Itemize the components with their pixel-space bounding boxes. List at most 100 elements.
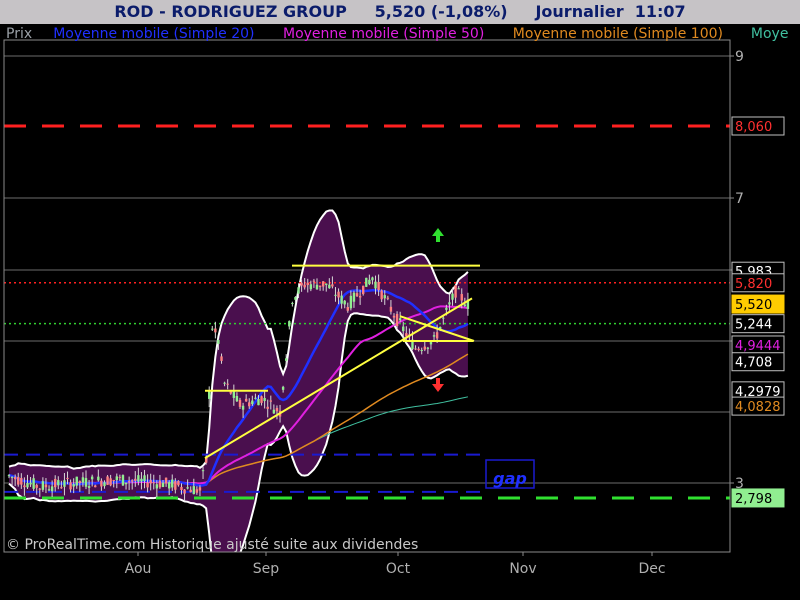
candle-body <box>395 313 399 327</box>
candle-body <box>87 486 91 488</box>
price-tag: 8,060 <box>731 116 785 136</box>
candle-body <box>192 486 195 495</box>
candle-body <box>294 297 297 300</box>
candle-body <box>238 399 242 407</box>
candle-body <box>66 477 69 479</box>
candle-body <box>13 476 17 480</box>
candle-body <box>226 383 229 385</box>
candle-body <box>26 483 29 488</box>
candle-body <box>362 285 365 295</box>
candle-body <box>442 317 445 319</box>
candle-body <box>100 480 103 487</box>
price-tag: 4,0828 <box>731 396 785 416</box>
candle-body <box>417 348 420 351</box>
candle-body <box>167 482 171 489</box>
candle-body <box>41 481 45 490</box>
candle-body <box>75 476 78 486</box>
price-tag-label: 2,798 <box>735 492 772 507</box>
candle-body <box>143 475 146 482</box>
candle-body <box>50 486 54 492</box>
candle-body <box>315 284 319 290</box>
candle-body <box>263 397 266 402</box>
price-tag: 5,244 <box>731 314 785 334</box>
candle-body <box>84 478 88 487</box>
candle-body <box>260 396 263 403</box>
candle-body <box>266 406 269 409</box>
candle-body <box>149 480 152 484</box>
candle-body <box>460 294 463 301</box>
candle-body <box>57 480 60 486</box>
candle-body <box>398 318 402 321</box>
legend-item: Prix <box>6 26 32 42</box>
candle[interactable] <box>106 475 109 485</box>
candle-body <box>251 400 254 405</box>
candle-body <box>272 409 276 414</box>
candle-body <box>346 307 349 311</box>
candle-body <box>331 284 334 287</box>
candle-body <box>171 479 174 488</box>
candle-body <box>198 487 202 491</box>
gap-label: gap <box>493 469 527 488</box>
stock-chart[interactable]: gap AouSepOctNovDec 97653 8,0605,9835,82… <box>0 24 800 600</box>
candle-body <box>309 284 313 290</box>
candle-body <box>343 300 346 305</box>
candle-body <box>23 485 26 488</box>
candle-body <box>340 295 343 304</box>
candle-body <box>38 488 41 490</box>
candle[interactable] <box>121 474 125 487</box>
candle-body <box>44 484 48 488</box>
candle-body <box>17 477 20 485</box>
candle-body <box>72 484 75 487</box>
candle-body <box>288 321 291 327</box>
candle-body <box>174 481 177 490</box>
candle-body <box>423 346 426 350</box>
candle-body <box>448 302 451 305</box>
candle-body <box>134 478 137 481</box>
price-tag: 2,798 <box>731 488 785 508</box>
candle-body <box>152 482 155 484</box>
candle[interactable] <box>365 277 368 288</box>
candle-body <box>124 482 128 485</box>
candle-body <box>291 302 294 304</box>
candle-body <box>368 279 371 285</box>
candle-body <box>223 382 226 384</box>
candle-body <box>269 400 272 402</box>
candle-body <box>435 332 439 339</box>
candle-body <box>106 476 109 485</box>
candle-body <box>235 395 239 402</box>
candle-body <box>318 285 322 287</box>
legend-item: Moye <box>751 26 789 42</box>
candle-body <box>297 287 300 294</box>
candle-body <box>131 480 134 482</box>
candle-body <box>275 407 279 412</box>
candle-body <box>121 475 125 486</box>
candle-body <box>214 328 217 333</box>
price-tag: 5,520 <box>731 294 785 314</box>
legend-item: Moyenne mobile (Simple 100) <box>513 26 723 42</box>
candle-body <box>365 277 368 287</box>
candle-body <box>180 486 183 491</box>
legend: Prix Moyenne mobile (Simple 20) Moyenne mo… <box>6 26 788 42</box>
candle-body <box>60 487 63 489</box>
candle-body <box>155 484 159 489</box>
candle-body <box>285 358 288 361</box>
candle-body <box>386 297 390 299</box>
candle-body <box>115 476 118 481</box>
candle-body <box>374 281 377 289</box>
price-tag-label: 5,520 <box>735 298 772 313</box>
candle-body <box>81 477 85 483</box>
candle-body <box>112 479 115 481</box>
price-tag-label: 5,820 <box>735 277 772 292</box>
candle-body <box>118 476 122 478</box>
candle-body <box>414 348 417 350</box>
candle-body <box>463 304 467 307</box>
candle-body <box>54 478 57 488</box>
candle-body <box>109 478 112 486</box>
candle-body <box>186 487 189 489</box>
candle-body <box>158 480 162 488</box>
y-tick-label: 7 <box>735 191 744 207</box>
candle-body <box>426 347 430 349</box>
candle-body <box>432 335 436 337</box>
candle-body <box>208 391 211 399</box>
candle-body <box>69 482 72 490</box>
